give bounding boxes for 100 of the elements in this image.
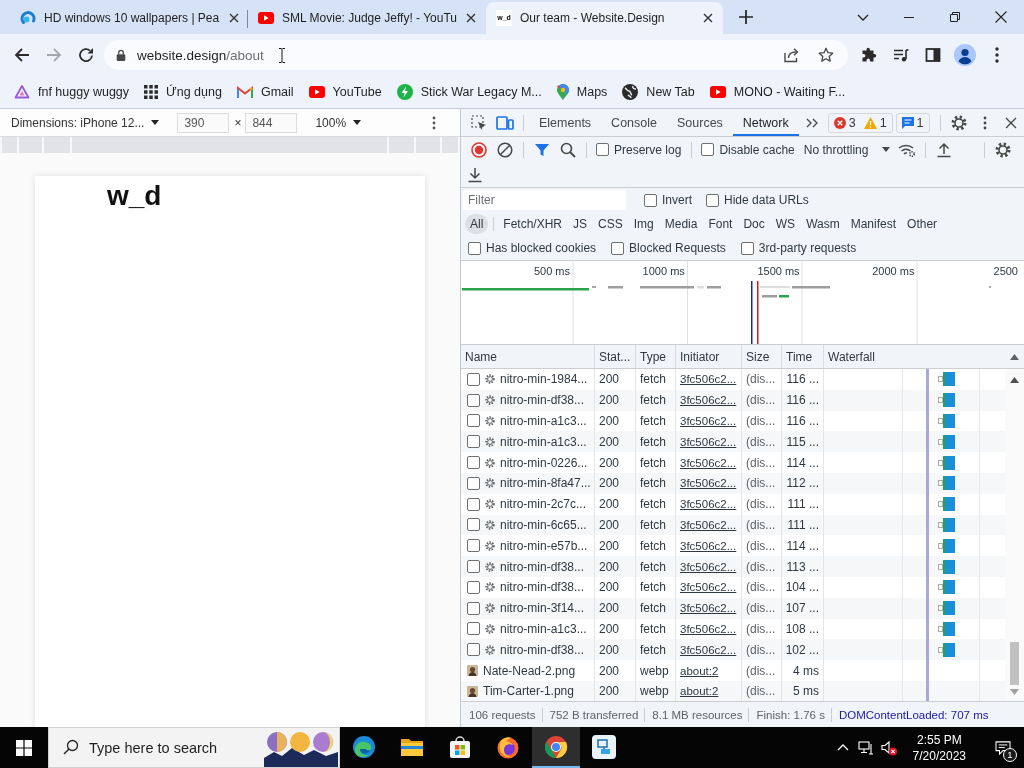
initiator-link[interactable]: 3fc506c2... [680, 518, 737, 531]
checkbox[interactable] [467, 456, 480, 470]
initiator-link[interactable]: 3fc506c2... [680, 581, 737, 594]
device-dropdown[interactable]: Dimensions: iPhone 12... [11, 115, 160, 130]
request-name[interactable]: Nate-Nead-2.png [483, 663, 576, 678]
bookmark[interactable]: New Tab [614, 79, 702, 105]
initiator-link[interactable]: 3fc506c2... [680, 622, 737, 635]
resource-type-filter[interactable]: WS [770, 214, 801, 234]
bookmark[interactable]: Stick War Legacy M... [388, 79, 549, 105]
filter-field[interactable]: Filter [463, 190, 626, 210]
column-header[interactable]: Stat... [595, 345, 636, 368]
checkbox[interactable] [701, 143, 715, 156]
checkbox[interactable] [740, 241, 754, 255]
address-bar[interactable]: website.design/about [104, 40, 848, 70]
initiator-link[interactable]: 3fc506c2... [680, 560, 737, 573]
request-name[interactable]: nitro-min-6c65... [500, 517, 587, 532]
checkbox[interactable] [467, 497, 480, 511]
bookmark[interactable]: Maps [548, 79, 615, 105]
bookmark[interactable]: Gmail [228, 79, 301, 105]
initiator-link[interactable]: 3fc506c2... [680, 394, 737, 407]
url-text[interactable]: website.design/about [137, 47, 264, 63]
request-name[interactable]: nitro-min-8fa47... [500, 476, 591, 491]
notifications-button[interactable]: 1 [982, 727, 1024, 768]
initiator-link[interactable]: 3fc506c2... [680, 373, 737, 386]
resource-type-filter[interactable]: Img [628, 214, 659, 234]
resource-type-filter[interactable]: All [465, 214, 489, 234]
browser-tab[interactable]: HD windows 10 wallpapers | Pea [10, 2, 247, 34]
checkbox[interactable] [468, 241, 481, 255]
zoom-dropdown[interactable]: 100% [315, 115, 362, 130]
column-header[interactable]: Type [636, 345, 676, 368]
scrollbar[interactable] [1005, 369, 1024, 701]
request-name[interactable]: nitro-min-e57b... [500, 538, 588, 553]
taskbar-app-button[interactable] [532, 727, 580, 768]
request-name[interactable]: nitro-min-a1c3... [500, 414, 587, 428]
checkbox[interactable] [706, 193, 719, 207]
request-name[interactable]: nitro-min-df38... [500, 580, 585, 595]
bookmark[interactable]: YouTube [300, 79, 389, 105]
request-name[interactable]: nitro-min-3f14... [500, 601, 585, 616]
request-name[interactable]: nitro-min-1984... [500, 372, 588, 387]
width-field[interactable]: 390 [177, 112, 230, 133]
initiator-link[interactable]: 3fc506c2... [680, 643, 737, 656]
bookmark[interactable]: Ứng dụng [136, 79, 229, 105]
throttling-dropdown[interactable]: No throttling [803, 142, 891, 157]
messages-counter-button[interactable]: 1 [895, 112, 930, 133]
resource-type-filter[interactable]: Media [659, 214, 703, 234]
checkbox[interactable] [467, 518, 480, 532]
request-name[interactable]: nitro-min-df38... [500, 393, 585, 408]
resource-type-filter[interactable]: Other [902, 214, 943, 234]
checkbox[interactable] [467, 601, 480, 615]
checkbox[interactable] [467, 643, 480, 657]
checkbox[interactable] [467, 560, 480, 574]
resource-type-filter[interactable]: Wasm [801, 214, 845, 234]
initiator-link[interactable]: 3fc506c2... [680, 477, 737, 490]
initiator-link[interactable]: 3fc506c2... [680, 602, 737, 615]
request-name[interactable]: nitro-min-df38... [500, 642, 585, 657]
initiator-link[interactable]: 3fc506c2... [680, 498, 737, 511]
request-name[interactable]: nitro-min-a1c3... [500, 434, 587, 449]
bookmark[interactable]: MONO - Waiting F... [701, 79, 853, 105]
devtools-tab[interactable]: Elements [529, 109, 602, 136]
resource-type-filter[interactable]: CSS [593, 214, 628, 234]
request-name[interactable]: nitro-min-df38... [500, 559, 585, 574]
checkbox[interactable] [467, 372, 480, 386]
devtools-tab[interactable]: Console [601, 109, 667, 136]
taskbar-clock[interactable]: 2:55 PM 7/20/2023 [900, 731, 976, 764]
column-header[interactable]: Initiator [676, 345, 742, 368]
checkbox[interactable] [611, 241, 625, 255]
initiator-link[interactable]: about:2 [680, 664, 719, 677]
scrollbar-thumb[interactable] [1010, 642, 1019, 685]
resource-type-filter[interactable]: JS [568, 214, 593, 234]
checkbox[interactable] [467, 393, 480, 407]
checkbox[interactable] [467, 539, 480, 553]
resource-type-filter[interactable]: Doc [738, 214, 770, 234]
resource-type-filter[interactable]: Font [703, 214, 738, 234]
column-header[interactable]: Name [461, 345, 595, 368]
initiator-link[interactable]: 3fc506c2... [680, 456, 737, 469]
record-button[interactable] [469, 139, 489, 160]
column-header[interactable]: Waterfall [824, 345, 1005, 368]
height-field[interactable]: 844 [245, 112, 298, 133]
request-name[interactable]: Tim-Carter-1.png [483, 684, 574, 699]
checkbox[interactable] [467, 580, 480, 594]
profile-button[interactable] [951, 41, 979, 69]
initiator-link[interactable]: 3fc506c2... [680, 435, 737, 448]
issues-counter-button[interactable]: 3 1 [827, 112, 893, 133]
resource-type-filter[interactable]: Manifest [845, 214, 902, 234]
checkbox[interactable] [467, 435, 480, 449]
checkbox[interactable] [467, 414, 480, 428]
request-name[interactable]: nitro-min-0226... [500, 455, 588, 470]
browser-tab[interactable]: SML Movie: Judge Jeffy! - YouTu [248, 2, 485, 34]
checkbox[interactable] [467, 476, 480, 490]
bookmark[interactable]: fnf huggy wuggy [6, 79, 137, 105]
column-header[interactable]: Size [742, 345, 782, 368]
request-name[interactable]: nitro-min-a1c3... [500, 621, 587, 636]
column-header[interactable]: Time [782, 345, 824, 368]
initiator-link[interactable]: 3fc506c2... [680, 415, 737, 427]
resource-type-filter[interactable]: Fetch/XHR [498, 214, 568, 234]
checkbox[interactable] [467, 622, 480, 636]
initiator-link[interactable]: 3fc506c2... [680, 539, 737, 552]
checkbox[interactable] [644, 193, 657, 207]
devtools-tab[interactable]: Sources [667, 109, 733, 136]
checkbox[interactable] [596, 143, 609, 156]
